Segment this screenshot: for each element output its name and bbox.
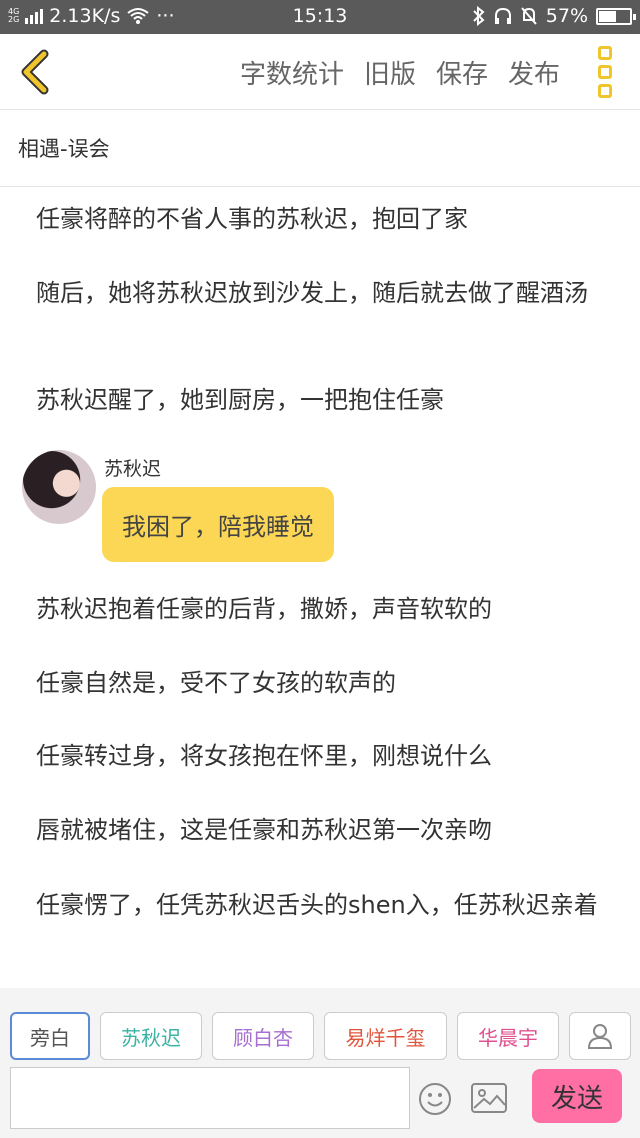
publish-button[interactable]: 发布 [508, 54, 560, 91]
battery-icon [596, 7, 636, 25]
role-button[interactable]: 华晨宇 [457, 1012, 559, 1060]
speech-text: 我困了，陪我睡觉 [122, 513, 314, 541]
old-version-button[interactable]: 旧版 [364, 54, 416, 91]
battery-percent: 57% [545, 5, 588, 27]
paragraph: 任豪将醉的不省人事的苏秋迟，抱回了家 [36, 205, 468, 233]
status-bar: 4G 2G 2.13K/s ··· 15:13 57% [0, 0, 640, 34]
dialog-message: 苏秋迟 我困了，陪我睡觉 [22, 450, 622, 570]
image-icon[interactable] [470, 1082, 508, 1114]
paragraph: 苏秋迟醒了，她到厨房，一把抱住任豪 [36, 386, 444, 414]
top-nav-bar: 字数统计 旧版 保存 发布 [0, 34, 640, 110]
bottom-editor-bar: 旁白 苏秋迟 顾白杏 易烊千玺 华晨宇 发送 [0, 988, 640, 1138]
speaker-name: 苏秋迟 [104, 458, 162, 480]
word-count-button[interactable]: 字数统计 [240, 54, 344, 91]
back-arrow-icon[interactable] [14, 48, 56, 96]
mute-bell-icon [521, 7, 537, 25]
paragraph: 随后，她将苏秋迟放到沙发上，随后就去做了醒酒汤 [36, 279, 588, 307]
emoji-icon[interactable] [418, 1082, 452, 1116]
role-button[interactable]: 易烊千玺 [324, 1012, 447, 1060]
send-button[interactable]: 发送 [532, 1069, 622, 1123]
speech-bubble[interactable]: 我困了，陪我睡觉 [102, 487, 334, 562]
paragraph: 任豪愣了，任凭苏秋迟舌头的shen入，任苏秋迟亲着 [36, 891, 598, 919]
chapter-title[interactable]: 相遇-误会 [0, 111, 640, 187]
paragraph: 苏秋迟抱着任豪的后背，撒娇，声音软软的 [36, 595, 492, 623]
role-narrator-button[interactable]: 旁白 [10, 1012, 90, 1060]
role-button[interactable]: 顾白杏 [212, 1012, 314, 1060]
headphones-icon [494, 7, 511, 24]
paragraph: 任豪自然是，受不了女孩的软声的 [36, 669, 396, 697]
message-input[interactable] [10, 1067, 410, 1129]
bluetooth-icon [473, 6, 485, 26]
role-button[interactable]: 苏秋迟 [100, 1012, 202, 1060]
save-button[interactable]: 保存 [436, 54, 488, 91]
more-menu-icon[interactable] [594, 46, 616, 98]
avatar [22, 450, 96, 524]
add-role-button[interactable] [569, 1012, 631, 1060]
paragraph: 任豪转过身，将女孩抱在怀里，刚想说什么 [36, 742, 492, 770]
paragraph: 唇就被堵住，这是任豪和苏秋迟第一次亲吻 [36, 816, 492, 844]
role-selector: 旁白 苏秋迟 顾白杏 易烊千玺 华晨宇 [10, 1012, 559, 1060]
person-icon [587, 1024, 613, 1049]
